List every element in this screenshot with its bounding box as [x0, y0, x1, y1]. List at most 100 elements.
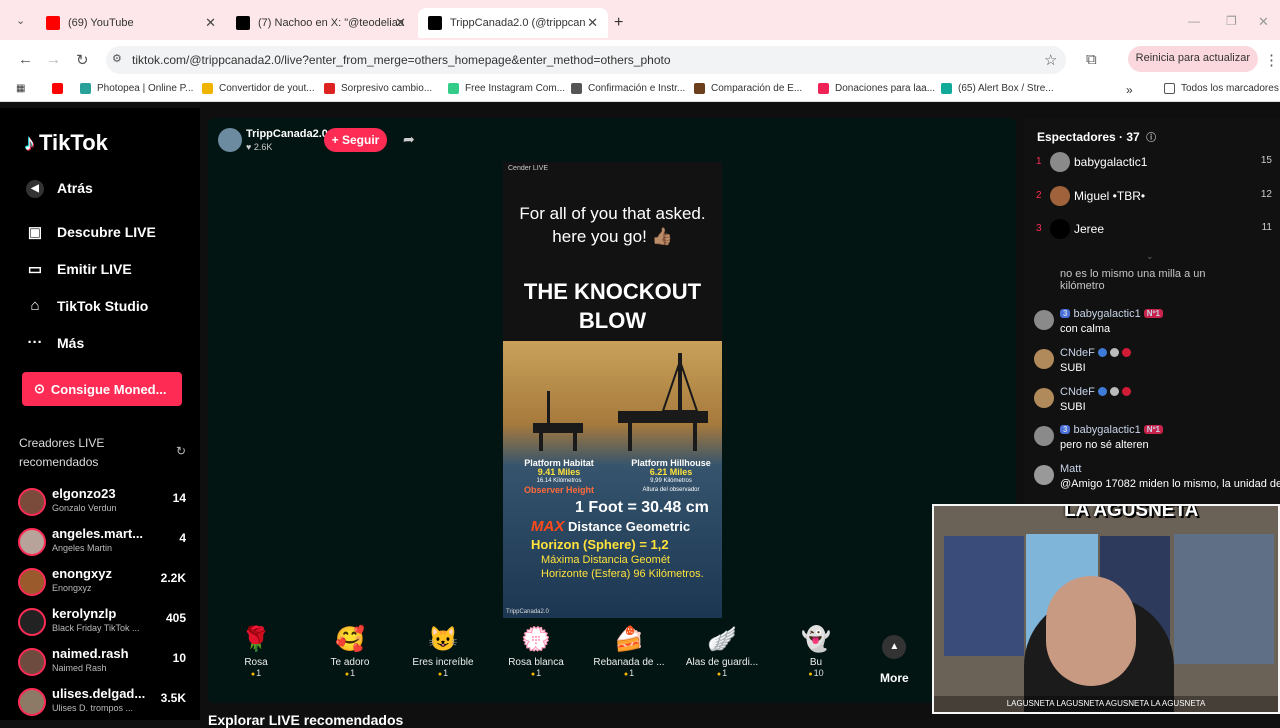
refresh-icon[interactable]: ↻: [176, 444, 186, 458]
tiktok-note-icon: ♪: [24, 130, 35, 155]
all-bookmarks[interactable]: Todos los marcadores: [1164, 83, 1279, 94]
platform-b-label: Platform Hillhouse 6.21 Miles 9,99 Kilóm…: [631, 458, 711, 494]
tiktok-logo[interactable]: ♪ TikTok: [24, 130, 108, 156]
tab-label: (69) YouTube: [68, 17, 134, 29]
streamer-face: [1046, 576, 1136, 686]
creator-sub: Gonzalo Verdun: [52, 503, 117, 513]
extensions-icon[interactable]: ⧉: [1086, 51, 1097, 68]
bookmarks-bar: ▦ Photopea | Online P... Convertidor de …: [0, 78, 1280, 102]
host-name[interactable]: TrippCanada2.0: [246, 128, 328, 140]
bookmark[interactable]: Free Instagram Com...: [448, 83, 565, 94]
viewers-header[interactable]: Espectadores · 37 ⓘ: [1037, 129, 1156, 144]
tab-youtube[interactable]: (69) YouTube ✕: [36, 8, 226, 38]
avatar: [18, 688, 46, 716]
apps-icon[interactable]: ▦: [16, 83, 25, 94]
host-avatar[interactable]: [218, 128, 242, 152]
creator-item[interactable]: ulises.delgad... Ulises D. trompos ... 3…: [18, 686, 190, 722]
chevron-up-icon: ▲: [882, 635, 907, 659]
bookmark[interactable]: Donaciones para laa...: [818, 83, 935, 94]
bookmark[interactable]: Comparación de E...: [694, 83, 802, 94]
url-field[interactable]: tiktok.com/@trippcanada2.0/live?enter_fr…: [106, 46, 1066, 74]
creator-name: angeles.mart...: [52, 526, 144, 541]
top-viewer[interactable]: 3 Jeree 11: [1036, 217, 1272, 245]
star-icon[interactable]: ☆: [1044, 51, 1057, 69]
host-likes: ♥ 2.6K: [246, 142, 273, 152]
video-caption: For all of you that asked. here you go! …: [519, 204, 706, 246]
gift-te-adoro[interactable]: 🥰 Te adoro 1: [307, 623, 393, 678]
nav-go-live[interactable]: ▭ Emitir LIVE: [24, 260, 132, 278]
gift-rose[interactable]: 🌹 Rosa 1: [213, 623, 299, 678]
minimize-icon[interactable]: —: [1188, 14, 1200, 28]
rank-badge: Nº1: [1143, 425, 1163, 434]
level-badge: 3: [1060, 425, 1071, 434]
nav-more[interactable]: ··· Más: [24, 334, 85, 351]
creator-item[interactable]: elgonzo23 Gonzalo Verdun 14: [18, 486, 190, 522]
avatar: [1050, 219, 1070, 239]
chevron-right-icon[interactable]: »: [1126, 83, 1133, 97]
close-window-icon[interactable]: ✕: [1258, 14, 1269, 30]
more-gifts-button[interactable]: ▲ More: [880, 635, 909, 685]
reload-icon[interactable]: ↻: [76, 51, 89, 69]
level-badge: 3: [1060, 309, 1071, 318]
heart-icon: ♥: [246, 142, 254, 152]
creator-item[interactable]: naimed.rash Naimed Rash 10: [18, 646, 190, 682]
top-viewer[interactable]: 2 Miguel •TBR• 12: [1036, 184, 1272, 212]
recommended-creators-heading: Creadores LIVE recomendados: [19, 436, 105, 469]
youtube-icon: [46, 16, 60, 30]
gift-rosa-blanca[interactable]: 💮 Rosa blanca 1: [493, 623, 579, 678]
social-handles: LAGUSNETA LAGUSNETA AGUSNETA LA AGUSNETA: [934, 696, 1278, 712]
new-tab-button[interactable]: +: [614, 14, 623, 32]
close-icon[interactable]: ✕: [395, 15, 406, 31]
menu-icon[interactable]: ⋮: [1264, 51, 1279, 69]
creator-sub: Naimed Rash: [52, 663, 107, 673]
video-spanish-text: Máxima Distancia Geomét Horizonte (Esfer…: [541, 554, 704, 580]
cake-icon: 🍰: [614, 626, 644, 653]
gift-rebanada[interactable]: 🍰 Rebanada de ... 1: [586, 623, 672, 678]
bookmark[interactable]: Sorpresivo cambio...: [324, 83, 432, 94]
gift-bu[interactable]: 👻 Bu 10: [773, 623, 859, 678]
nav-tiktok-studio[interactable]: ⌂ TikTok Studio: [24, 297, 148, 314]
back-arrow-icon[interactable]: ←: [18, 51, 33, 68]
stream-video[interactable]: Cender LIVE For all of you that asked. h…: [503, 162, 722, 618]
viewer-count: 3.5K: [160, 691, 186, 705]
gift-alas[interactable]: 🪽 Alas de guardi... 1: [679, 623, 765, 678]
get-coins-button[interactable]: ⊙ Consigue Moned...: [22, 372, 182, 406]
creator-item[interactable]: kerolynzlp Black Friday TikTok ... 405: [18, 606, 190, 642]
bookmark[interactable]: Photopea | Online P...: [80, 83, 193, 94]
bookmark[interactable]: Convertidor de yout...: [202, 83, 315, 94]
calendar-icon: ▣: [27, 224, 43, 241]
tab-x[interactable]: (7) Nachoo en X: "@teodeliaa ✕: [226, 8, 416, 38]
video-horizon-text: Horizon (Sphere) = 1,2: [531, 537, 669, 552]
recommended-live-heading: Explorar LIVE recomendados: [208, 712, 404, 728]
site-info-icon[interactable]: ⚙: [112, 52, 122, 65]
creator-sub: Black Friday TikTok ...: [52, 623, 140, 633]
top-viewer[interactable]: 1 babygalactic1 15: [1036, 150, 1272, 178]
wall-poster: [1174, 534, 1274, 664]
nav-discover-live[interactable]: ▣ Descubre LIVE: [24, 223, 156, 241]
gift-eres-increible[interactable]: 😺 Eres increíble 1: [400, 623, 486, 678]
youtube-bookmark[interactable]: [52, 83, 69, 94]
viewer-count: 14: [172, 491, 186, 505]
creator-item[interactable]: enongxyz Enongxyz 2.2K: [18, 566, 190, 602]
creator-sub: Angeles Martin: [52, 543, 113, 553]
close-icon[interactable]: ✕: [205, 15, 216, 31]
cat-icon: 😺: [428, 626, 458, 653]
close-icon[interactable]: ✕: [587, 15, 598, 31]
back-link[interactable]: ◀ Atrás: [24, 178, 93, 198]
follow-button[interactable]: + Seguir: [324, 128, 387, 152]
avatar: [1050, 186, 1070, 206]
oil-platform-image: Platform Habitat 9.41 Miles 16.14 Kilóme…: [503, 341, 722, 618]
creator-name: kerolynzlp: [52, 606, 117, 621]
creator-sub: Enongxyz: [52, 583, 92, 593]
share-icon[interactable]: ➦: [403, 131, 415, 148]
creator-item[interactable]: angeles.mart... Angeles Martin 4: [18, 526, 190, 562]
rose-icon: 🌹: [241, 626, 271, 653]
tab-tiktok[interactable]: TrippCanada2.0 (@trippcan ✕: [418, 8, 608, 38]
bookmark[interactable]: (65) Alert Box / Stre...: [941, 83, 1054, 94]
chevron-down-icon[interactable]: ⌄: [1146, 251, 1154, 262]
update-button[interactable]: Reinicia para actualizar: [1127, 46, 1258, 72]
maximize-icon[interactable]: ❐: [1226, 14, 1237, 28]
bookmark[interactable]: Confirmación e Instr...: [571, 83, 685, 94]
forward-arrow-icon[interactable]: →: [46, 51, 61, 68]
tab-search-icon[interactable]: ⌄: [16, 14, 25, 27]
